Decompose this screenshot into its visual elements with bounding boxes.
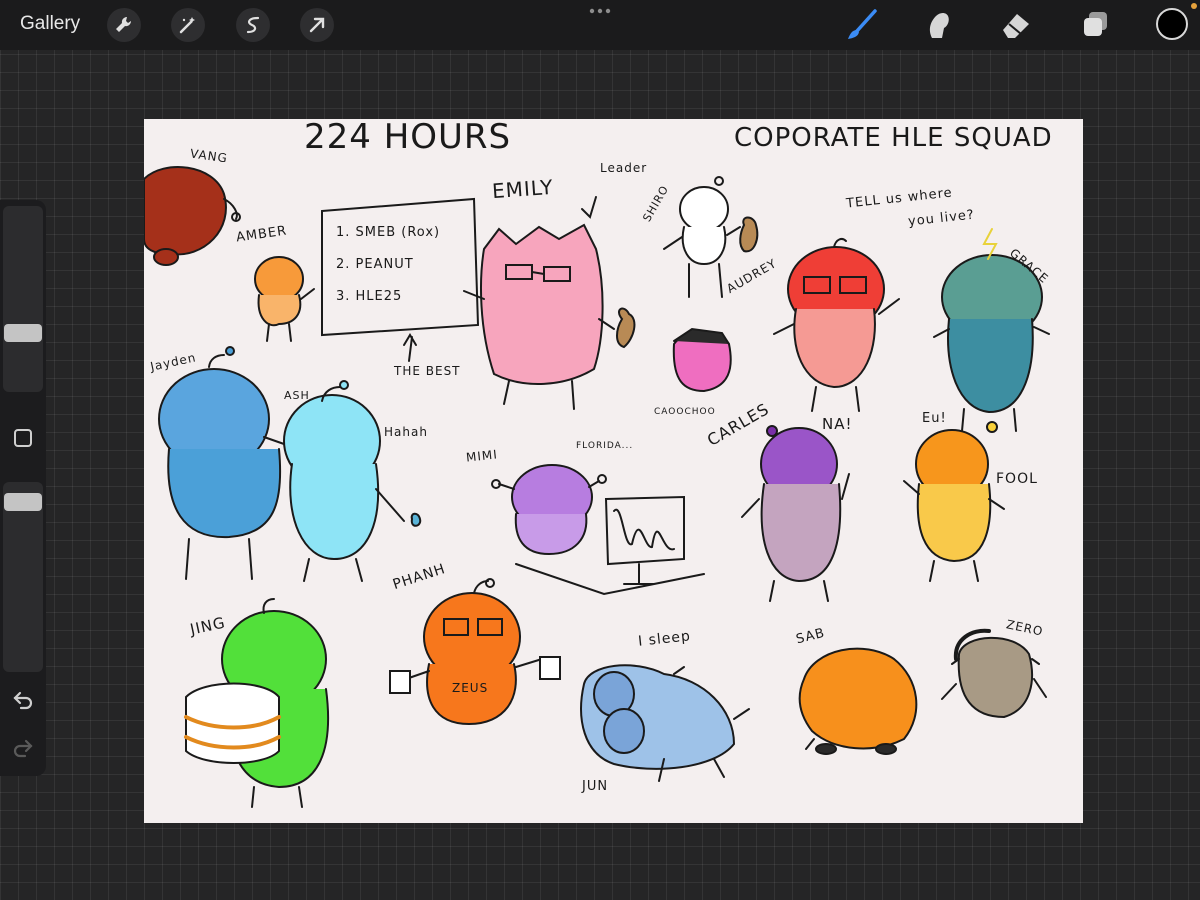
transform-arrow-icon[interactable]: [300, 8, 334, 42]
redo-icon[interactable]: [11, 736, 35, 760]
board-item-2: 2. PEANUT: [336, 257, 414, 272]
smudge-icon[interactable]: [922, 8, 956, 42]
label-caoochoo: CAOOCHOO: [654, 407, 716, 417]
undo-icon[interactable]: [11, 688, 35, 712]
label-hahah: Hahah: [384, 425, 428, 439]
label-ash: ASH: [284, 389, 310, 402]
square-icon[interactable]: [14, 429, 32, 447]
board-item-3: 3. HLE25: [336, 289, 403, 304]
drawing-canvas[interactable]: 224 HOURS COPORATE HLE SQUAD 1. SMEB (Ro…: [144, 117, 1083, 823]
magic-wand-icon[interactable]: [171, 8, 205, 42]
more-options-icon[interactable]: [588, 2, 612, 18]
label-emily: EMILY: [491, 174, 555, 204]
color-picker-button[interactable]: [1156, 8, 1188, 40]
status-dot: [1191, 3, 1197, 9]
gallery-button[interactable]: Gallery: [20, 13, 80, 35]
opacity-slider[interactable]: [3, 482, 43, 672]
brush-sidebar: [0, 200, 46, 776]
top-toolbar: Gallery: [0, 0, 1200, 50]
label-jun: JUN: [582, 779, 609, 794]
board-item-1: 1. SMEB (Rox): [336, 225, 441, 240]
sab-character: [798, 647, 918, 750]
layers-icon[interactable]: [1079, 8, 1113, 42]
label-florida: FLORIDA...: [576, 441, 634, 451]
wrench-icon[interactable]: [107, 8, 141, 42]
zero-character: [957, 636, 1033, 719]
label-fool: FOOL: [996, 471, 1038, 487]
amber-character: [254, 256, 304, 302]
brush-size-thumb[interactable]: [4, 324, 42, 342]
selection-icon[interactable]: [236, 8, 270, 42]
label-eu: Eu!: [922, 411, 947, 426]
emily-character: [480, 223, 604, 386]
shiro-character: [679, 186, 729, 232]
canvas-title: 224 HOURS: [304, 117, 512, 157]
eraser-icon[interactable]: [999, 8, 1033, 42]
brush-icon[interactable]: [845, 8, 879, 42]
vang-character: [144, 166, 227, 256]
opacity-thumb[interactable]: [4, 493, 42, 511]
label-leader: Leader: [600, 161, 648, 175]
label-zeus: ZEUS: [452, 681, 489, 695]
label-na: NA!: [822, 415, 853, 433]
brush-size-slider[interactable]: [3, 206, 43, 392]
board-caption: THE BEST: [394, 364, 461, 378]
canvas-subtitle: COPORATE HLE SQUAD: [734, 123, 1053, 153]
laptop: [604, 495, 685, 566]
